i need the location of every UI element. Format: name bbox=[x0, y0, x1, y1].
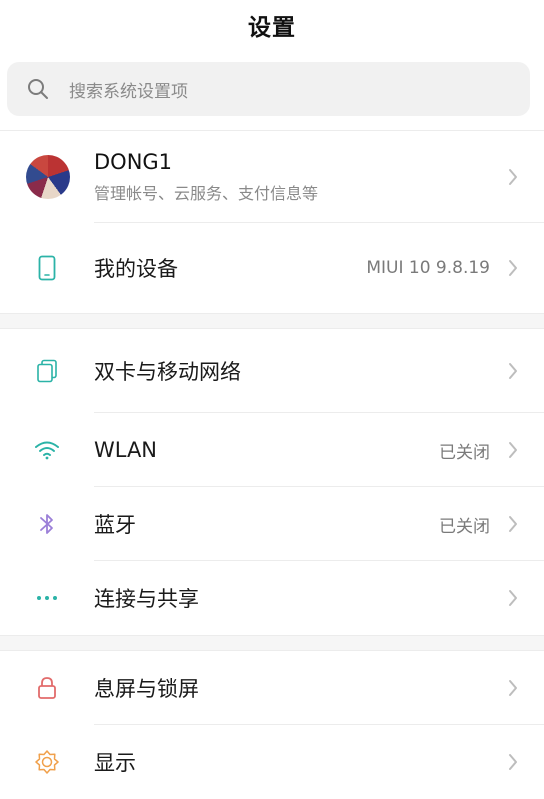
bluetooth-icon bbox=[0, 512, 94, 536]
chevron-right-icon bbox=[508, 679, 544, 697]
chevron-right-icon bbox=[508, 362, 544, 380]
sun-icon bbox=[0, 750, 94, 774]
avatar bbox=[26, 155, 70, 199]
chevron-right-icon bbox=[508, 441, 544, 459]
chevron-right-icon bbox=[508, 259, 544, 277]
settings-item-label: WLAN bbox=[94, 438, 158, 462]
wifi-icon bbox=[0, 440, 94, 460]
settings-item-my-device[interactable]: 我的设备 MIUI 10 9.8.19 bbox=[0, 223, 544, 313]
group-separator bbox=[0, 635, 544, 651]
settings-item-label: 双卡与移动网络 bbox=[94, 360, 241, 384]
account-subtitle: 管理帐号、云服务、支付信息等 bbox=[94, 184, 319, 203]
settings-item-display[interactable]: 显示 bbox=[0, 725, 544, 799]
settings-item-value: 已关闭 bbox=[439, 516, 490, 537]
chevron-right-icon bbox=[508, 515, 544, 533]
settings-item-connection-sharing[interactable]: 连接与共享 bbox=[0, 561, 544, 635]
search-icon bbox=[7, 78, 69, 100]
settings-item-lock-screen[interactable]: 息屏与锁屏 bbox=[0, 651, 544, 725]
settings-item-label: 息屏与锁屏 bbox=[94, 677, 199, 701]
chevron-right-icon bbox=[508, 589, 544, 607]
chevron-right-icon bbox=[508, 753, 544, 771]
title-bar: 设置 bbox=[0, 0, 544, 50]
account-name: DONG1 bbox=[94, 150, 173, 174]
settings-item-sim[interactable]: 双卡与移动网络 bbox=[0, 329, 544, 413]
account-row[interactable]: DONG1 管理帐号、云服务、支付信息等 bbox=[0, 131, 544, 223]
group-separator bbox=[0, 313, 544, 329]
settings-item-wlan[interactable]: WLAN 已关闭 bbox=[0, 413, 544, 487]
settings-item-label: 显示 bbox=[94, 751, 136, 775]
settings-item-label: 蓝牙 bbox=[94, 513, 136, 537]
settings-item-value: 已关闭 bbox=[439, 442, 490, 463]
search-placeholder: 搜索系统设置项 bbox=[69, 81, 188, 102]
lock-icon bbox=[0, 676, 94, 700]
phone-icon bbox=[0, 255, 94, 281]
page-title: 设置 bbox=[248, 15, 296, 41]
settings-item-label: 我的设备 bbox=[94, 257, 178, 281]
settings-item-bluetooth[interactable]: 蓝牙 已关闭 bbox=[0, 487, 544, 561]
search-container: 搜索系统设置项 bbox=[0, 50, 544, 116]
more-dots-icon bbox=[0, 595, 94, 601]
settings-item-label: 连接与共享 bbox=[94, 587, 199, 611]
settings-item-value: MIUI 10 9.8.19 bbox=[366, 258, 490, 278]
search-input[interactable]: 搜索系统设置项 bbox=[7, 62, 530, 116]
sim-card-icon bbox=[0, 359, 94, 383]
chevron-right-icon bbox=[508, 168, 544, 186]
